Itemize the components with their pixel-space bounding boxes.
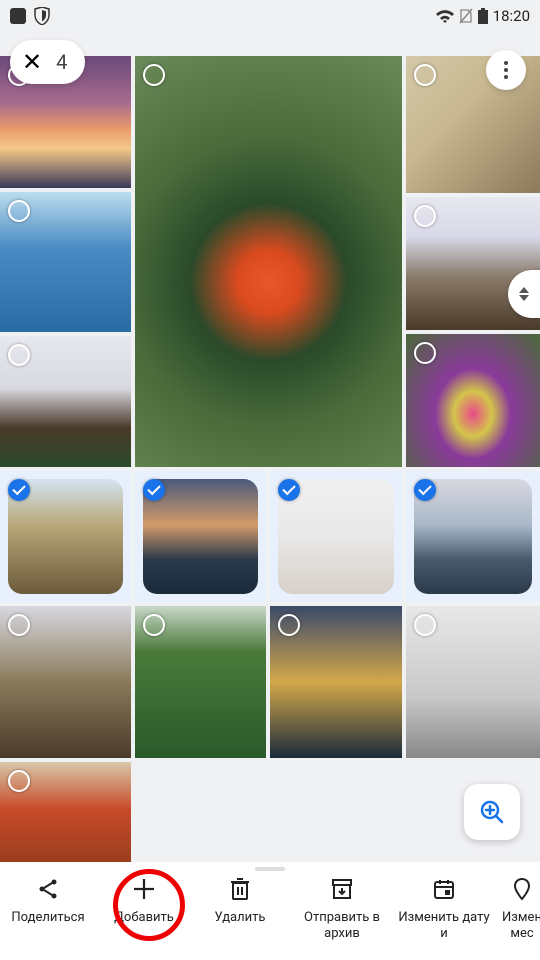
share-icon [36, 877, 60, 901]
plus-icon [131, 876, 157, 902]
trash-icon [229, 877, 251, 901]
selection-count: 4 [56, 50, 67, 74]
check-circle-icon[interactable] [143, 479, 165, 501]
chevron-down-icon [519, 295, 529, 301]
shield-icon [34, 7, 50, 25]
zoom-button[interactable] [464, 784, 520, 840]
add-button[interactable]: Добавить [96, 874, 192, 926]
photo-tile[interactable] [270, 471, 402, 602]
photo-tile[interactable] [0, 192, 131, 332]
check-circle-icon[interactable] [8, 770, 30, 792]
photo-tile[interactable] [0, 606, 131, 758]
chevron-up-icon [519, 287, 529, 293]
location-icon [511, 877, 533, 901]
photo-tile[interactable] [135, 471, 266, 602]
check-circle-icon[interactable] [8, 200, 30, 222]
app-icon [10, 8, 26, 24]
check-circle-icon[interactable] [414, 614, 436, 636]
status-bar: 18:20 [0, 0, 540, 32]
photo-tile[interactable] [0, 471, 131, 602]
check-circle-icon[interactable] [8, 479, 30, 501]
edit-location-button[interactable]: Измен мес [492, 874, 540, 941]
selection-header: ✕ 4 [10, 40, 85, 84]
drag-handle-icon[interactable] [255, 867, 285, 871]
action-label: Добавить [114, 910, 174, 926]
delete-button[interactable]: Удалить [192, 874, 288, 926]
close-icon[interactable]: ✕ [22, 50, 42, 74]
action-label: Отправить в архив [288, 910, 396, 941]
check-circle-icon[interactable] [278, 479, 300, 501]
check-circle-icon[interactable] [278, 614, 300, 636]
wifi-icon [436, 9, 454, 23]
action-label: Поделиться [11, 910, 84, 926]
no-sim-icon [459, 8, 473, 24]
photo-tile[interactable] [135, 606, 266, 758]
action-label: Измен мес [492, 910, 540, 941]
check-circle-icon[interactable] [414, 64, 436, 86]
check-circle-icon[interactable] [414, 479, 436, 501]
photo-tile[interactable] [0, 336, 131, 467]
action-label: Изменить дату и [396, 910, 492, 941]
action-label: Удалить [215, 910, 266, 926]
edit-date-button[interactable]: Изменить дату и [396, 874, 492, 941]
clock: 18:20 [493, 7, 530, 25]
archive-button[interactable]: Отправить в архив [288, 874, 396, 941]
bottom-action-bar: Поделиться Добавить Удалить Отправить в … [0, 862, 540, 960]
archive-icon [331, 878, 353, 900]
check-circle-icon[interactable] [143, 614, 165, 636]
photo-tile[interactable] [270, 606, 402, 758]
check-circle-icon[interactable] [143, 64, 165, 86]
calendar-icon [433, 878, 455, 900]
photo-tile[interactable] [135, 56, 402, 467]
photo-grid [0, 46, 540, 960]
check-circle-icon[interactable] [414, 342, 436, 364]
photo-tile[interactable] [406, 334, 540, 467]
zoom-in-icon [479, 799, 505, 825]
check-circle-icon[interactable] [8, 344, 30, 366]
overflow-button[interactable] [486, 50, 526, 90]
battery-icon [478, 8, 488, 24]
photo-tile[interactable] [406, 471, 540, 602]
check-circle-icon[interactable] [414, 205, 436, 227]
more-vert-icon [504, 61, 508, 79]
check-circle-icon[interactable] [8, 614, 30, 636]
photo-tile[interactable] [406, 606, 540, 758]
share-button[interactable]: Поделиться [0, 874, 96, 926]
